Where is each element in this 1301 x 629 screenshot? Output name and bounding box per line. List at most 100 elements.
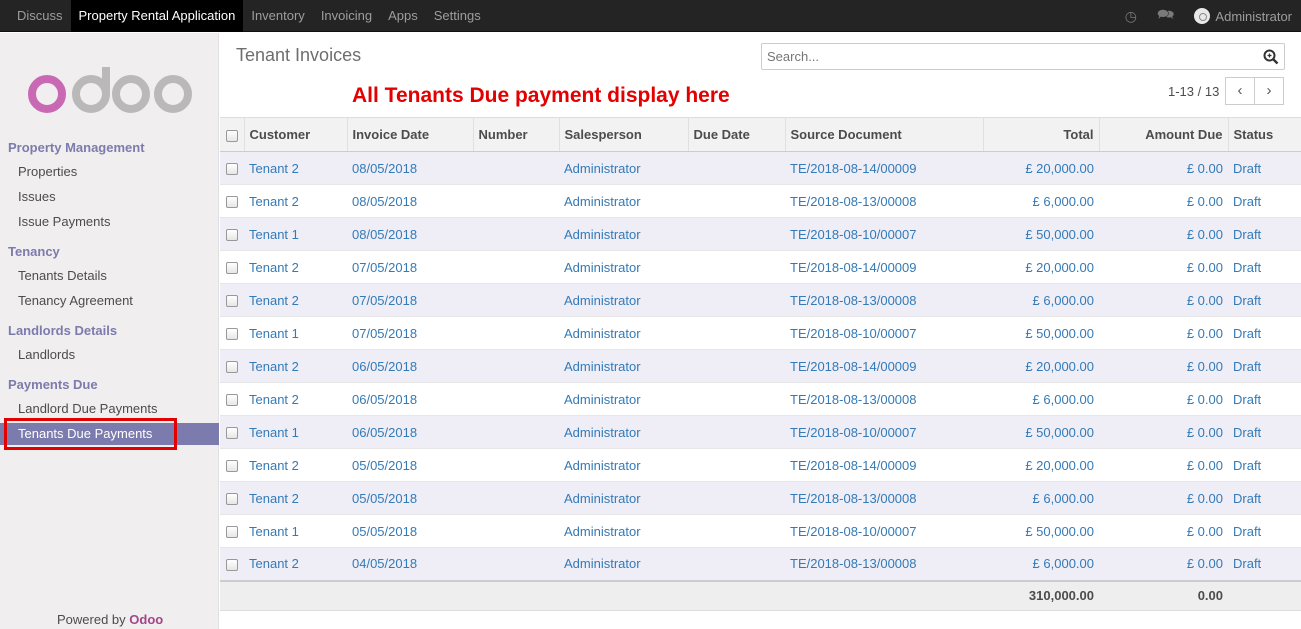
menu-apps[interactable]: Apps xyxy=(380,0,426,32)
menu-inventory[interactable]: Inventory xyxy=(243,0,312,32)
table-row[interactable]: Tenant 2 08/05/2018 Administrator TE/2018-0… xyxy=(220,151,1301,185)
cell-amount-due: £ 0.00 xyxy=(1099,382,1228,416)
pager-next-button[interactable]: › xyxy=(1254,77,1284,105)
cell-number xyxy=(473,217,559,251)
table-row[interactable]: Tenant 1 06/05/2018 Administrator TE/2018-0… xyxy=(220,415,1301,449)
cell-invoice-date: 08/05/2018 xyxy=(347,217,473,251)
table-row[interactable]: Tenant 1 05/05/2018 Administrator TE/2018-0… xyxy=(220,514,1301,548)
row-checkbox[interactable] xyxy=(220,151,244,185)
table-row[interactable]: Tenant 2 05/05/2018 Administrator TE/2018-0… xyxy=(220,448,1301,482)
sidebar-item-landlords[interactable]: Landlords xyxy=(18,347,75,362)
sidebar-item-issues[interactable]: Issues xyxy=(18,189,56,204)
top-navbar: Discuss Property Rental Application Invent… xyxy=(0,0,1301,32)
cell-due-date xyxy=(688,283,785,317)
column-salesperson[interactable]: Salesperson xyxy=(559,117,689,152)
cell-due-date xyxy=(688,448,785,482)
select-all-checkbox[interactable] xyxy=(220,117,245,152)
cell-source-document: TE/2018-08-10/00007 xyxy=(785,217,983,251)
row-checkbox[interactable] xyxy=(220,481,244,515)
table-row[interactable]: Tenant 2 04/05/2018 Administrator TE/2018-0… xyxy=(220,547,1301,581)
cell-number xyxy=(473,547,559,581)
column-invoice-date[interactable]: Invoice Date xyxy=(347,117,474,152)
column-number[interactable]: Number xyxy=(473,117,560,152)
table-row[interactable]: Tenant 1 07/05/2018 Administrator TE/2018-0… xyxy=(220,316,1301,350)
cell-total: £ 6,000.00 xyxy=(983,283,1099,317)
column-customer[interactable]: Customer xyxy=(244,117,348,152)
table-row[interactable]: Tenant 2 05/05/2018 Administrator TE/2018-0… xyxy=(220,481,1301,515)
powered-by-text: Powered by xyxy=(57,612,126,627)
cell-total: £ 20,000.00 xyxy=(983,448,1099,482)
table-row[interactable]: Tenant 2 07/05/2018 Administrator TE/2018-0… xyxy=(220,283,1301,317)
column-total[interactable]: Total xyxy=(983,117,1100,152)
table-row[interactable]: Tenant 2 06/05/2018 Administrator TE/2018-0… xyxy=(220,382,1301,416)
cell-source-document: TE/2018-08-10/00007 xyxy=(785,415,983,449)
column-due-date[interactable]: Due Date xyxy=(688,117,786,152)
menu-property-rental-application[interactable]: Property Rental Application xyxy=(70,0,244,32)
column-source-document[interactable]: Source Document xyxy=(785,117,984,152)
menu-settings[interactable]: Settings xyxy=(426,0,489,32)
app-menu: Discuss Property Rental Application Invent… xyxy=(0,0,489,32)
table-row[interactable]: Tenant 2 08/05/2018 Administrator TE/2018-0… xyxy=(220,184,1301,218)
chat-icon[interactable]: 🗪 xyxy=(1157,4,1174,28)
pager-value[interactable]: 1-13 / 13 xyxy=(1168,84,1219,99)
table-row[interactable]: Tenant 1 08/05/2018 Administrator TE/2018-0… xyxy=(220,217,1301,251)
cell-amount-due: £ 0.00 xyxy=(1099,250,1228,284)
cell-total: £ 50,000.00 xyxy=(983,415,1099,449)
cell-total: £ 50,000.00 xyxy=(983,514,1099,548)
row-checkbox[interactable] xyxy=(220,283,244,317)
column-amount-due[interactable]: Amount Due xyxy=(1099,117,1229,152)
row-checkbox[interactable] xyxy=(220,415,244,449)
cell-source-document: TE/2018-08-13/00008 xyxy=(785,184,983,218)
clock-icon[interactable]: ◷ xyxy=(1125,8,1137,25)
row-checkbox[interactable] xyxy=(220,448,244,482)
cell-customer: Tenant 2 xyxy=(244,349,347,383)
cell-number xyxy=(473,151,559,185)
row-checkbox[interactable] xyxy=(220,316,244,350)
powered-by-link[interactable]: Odoo xyxy=(129,612,163,627)
cell-customer: Tenant 1 xyxy=(244,316,347,350)
sidebar-item-properties[interactable]: Properties xyxy=(18,164,77,179)
row-checkbox[interactable] xyxy=(220,217,244,251)
cell-amount-due: £ 0.00 xyxy=(1099,481,1228,515)
cell-number xyxy=(473,382,559,416)
cell-due-date xyxy=(688,349,785,383)
user-menu[interactable]: Administrator xyxy=(1215,9,1292,24)
row-checkbox[interactable] xyxy=(220,184,244,218)
cell-salesperson: Administrator xyxy=(559,250,688,284)
cell-invoice-date: 06/05/2018 xyxy=(347,415,473,449)
cell-source-document: TE/2018-08-13/00008 xyxy=(785,283,983,317)
row-checkbox[interactable] xyxy=(220,349,244,383)
sidebar-item-landlord-due-payments[interactable]: Landlord Due Payments xyxy=(18,401,157,416)
odoo-logo[interactable] xyxy=(25,67,195,113)
page-title[interactable]: Tenant Invoices xyxy=(236,45,361,66)
cell-due-date xyxy=(688,250,785,284)
column-status[interactable]: Status xyxy=(1228,117,1301,152)
table-row[interactable]: Tenant 2 07/05/2018 Administrator TE/2018-0… xyxy=(220,250,1301,284)
cell-source-document: TE/2018-08-13/00008 xyxy=(785,547,983,581)
cell-amount-due: £ 0.00 xyxy=(1099,448,1228,482)
cell-invoice-date: 05/05/2018 xyxy=(347,514,473,548)
row-checkbox[interactable] xyxy=(220,382,244,416)
sidebar-item-issue-payments[interactable]: Issue Payments xyxy=(18,214,111,229)
cell-invoice-date: 07/05/2018 xyxy=(347,250,473,284)
cell-status: Draft xyxy=(1228,250,1301,284)
table-row[interactable]: Tenant 2 06/05/2018 Administrator TE/2018-0… xyxy=(220,349,1301,383)
row-checkbox[interactable] xyxy=(220,250,244,284)
cell-total: £ 6,000.00 xyxy=(983,382,1099,416)
cell-total: £ 20,000.00 xyxy=(983,151,1099,185)
search-input[interactable] xyxy=(762,44,1252,69)
search-icon[interactable] xyxy=(1263,49,1279,65)
menu-invoicing[interactable]: Invoicing xyxy=(313,0,380,32)
menu-discuss[interactable]: Discuss xyxy=(0,0,71,32)
cell-amount-due: £ 0.00 xyxy=(1099,184,1228,218)
avatar[interactable] xyxy=(1194,8,1211,24)
cell-amount-due: £ 0.00 xyxy=(1099,349,1228,383)
row-checkbox[interactable] xyxy=(220,514,244,548)
cell-due-date xyxy=(688,415,785,449)
row-checkbox[interactable] xyxy=(220,547,244,581)
cell-number xyxy=(473,184,559,218)
sidebar-item-tenants-details[interactable]: Tenants Details xyxy=(18,268,107,283)
sidebar: Property Management Properties Issues Is… xyxy=(0,33,219,629)
pager-previous-button[interactable]: ‹ xyxy=(1225,77,1255,105)
sidebar-item-tenancy-agreement[interactable]: Tenancy Agreement xyxy=(18,293,133,308)
